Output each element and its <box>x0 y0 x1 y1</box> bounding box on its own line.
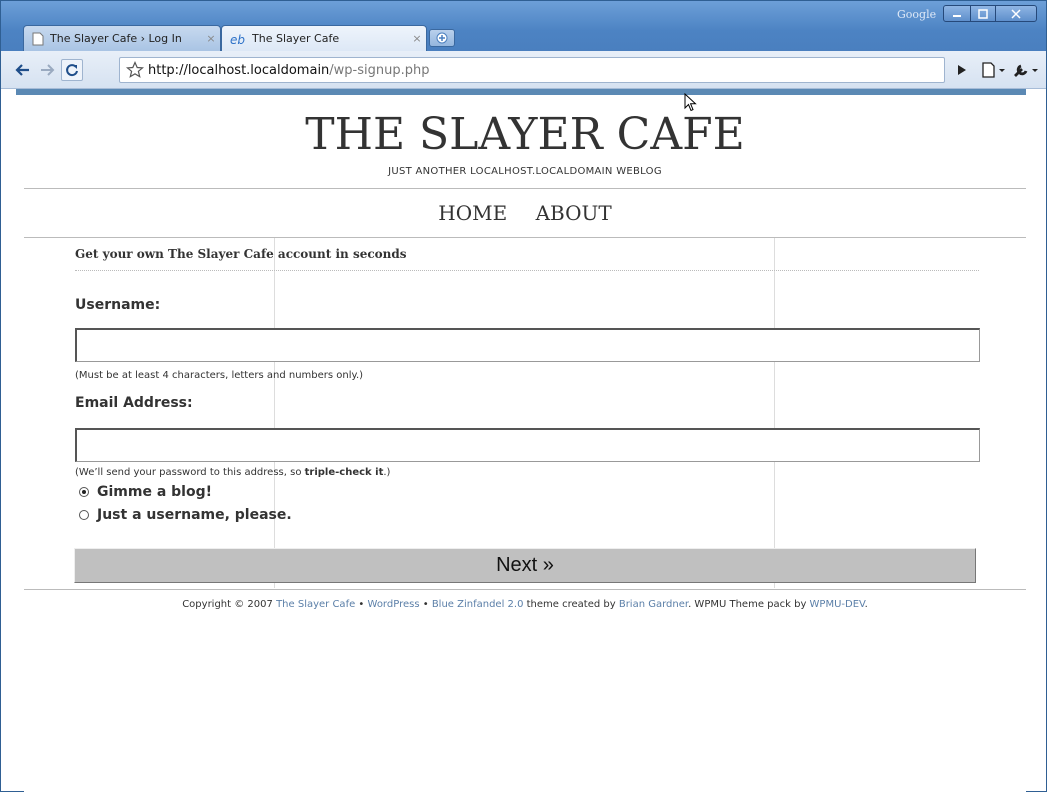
radio-label: Just a username, please. <box>97 507 292 523</box>
email-hint-text: (We’ll send your password to this addres… <box>75 467 305 478</box>
footer-pack-link[interactable]: WPMU-DEV <box>810 599 865 610</box>
close-window-button[interactable] <box>995 5 1037 22</box>
site-title[interactable]: THE SLAYER CAFE <box>24 109 1026 160</box>
maximize-icon <box>978 8 988 19</box>
signup-heading: Get your own The Slayer Cafe account in … <box>75 247 407 261</box>
close-icon[interactable]: × <box>202 32 220 45</box>
page-menu-icon <box>982 62 1005 78</box>
site-favicon-icon: eb <box>230 33 245 46</box>
tab-slayer-cafe[interactable]: eb The Slayer Cafe × <box>221 25 427 51</box>
address-bar[interactable]: http://localhost.localdomain/wp-signup.p… <box>119 57 945 83</box>
forward-button[interactable] <box>37 61 57 79</box>
url-host: http://localhost.localdomain <box>148 62 330 78</box>
page-icon <box>32 32 44 45</box>
maximize-button[interactable] <box>970 5 996 22</box>
footer-author-link[interactable]: Brian Gardner <box>619 599 688 610</box>
star-icon[interactable] <box>126 61 144 79</box>
footer-site-link[interactable]: The Slayer Cafe <box>276 599 355 610</box>
email-hint: (We’ll send your password to this addres… <box>75 467 390 478</box>
username-label: Username: <box>75 297 161 313</box>
email-label: Email Address: <box>75 395 193 411</box>
minimize-button[interactable] <box>943 5 971 22</box>
play-icon <box>958 65 966 75</box>
tools-menu-button[interactable] <box>1011 61 1041 79</box>
title-bar: The Slayer Cafe › Log In × eb The Slayer… <box>1 1 1046 51</box>
forward-arrow-icon <box>41 64 55 76</box>
radio-button-checked[interactable] <box>79 487 89 497</box>
browser-toolbar: http://localhost.localdomain/wp-signup.p… <box>1 51 1046 89</box>
wrench-icon <box>1014 64 1038 77</box>
column-guide <box>274 238 275 588</box>
nav-home-link[interactable]: HOME <box>438 201 507 225</box>
svg-text:eb: eb <box>230 33 245 46</box>
footer-text: theme created by <box>523 599 619 610</box>
play-button[interactable] <box>954 61 970 79</box>
radio-option-username[interactable]: Just a username, please. <box>79 507 292 523</box>
reload-button[interactable] <box>61 59 83 81</box>
username-hint: (Must be at least 4 characters, letters … <box>75 370 364 381</box>
page-menu-button[interactable] <box>979 61 1009 79</box>
reload-icon <box>66 64 78 77</box>
footer-text: . WPMU Theme pack by <box>688 599 810 610</box>
next-button[interactable]: Next » <box>74 548 976 583</box>
tab-title: The Slayer Cafe › Log In <box>50 32 182 45</box>
new-tab-button[interactable] <box>429 29 455 47</box>
back-arrow-icon <box>15 64 29 76</box>
main-nav: HOME ABOUT <box>24 201 1026 225</box>
divider <box>24 237 1026 238</box>
username-input[interactable] <box>75 328 980 362</box>
mouse-cursor-icon <box>684 93 697 112</box>
new-tab-icon <box>436 32 448 44</box>
radio-option-blog[interactable]: Gimme a blog! <box>79 484 212 500</box>
email-hint-end: .) <box>383 467 391 478</box>
google-label: Google <box>897 8 937 21</box>
site-tagline: JUST ANOTHER LOCALHOST.LOCALDOMAIN WEBLO… <box>388 166 662 177</box>
footer-wordpress-link[interactable]: WordPress <box>368 599 420 610</box>
radio-button[interactable] <box>79 510 89 520</box>
footer-text: Copyright © 2007 <box>182 599 277 610</box>
url-path: /wp-signup.php <box>329 62 430 78</box>
radio-label: Gimme a blog! <box>97 484 213 500</box>
email-input[interactable] <box>75 428 980 462</box>
divider <box>24 589 1026 590</box>
column-guide <box>774 238 775 588</box>
minimize-icon <box>953 14 961 17</box>
footer-theme-link[interactable]: Blue Zinfandel 2.0 <box>432 599 524 610</box>
email-hint-emphasis: triple-check it <box>304 467 384 478</box>
footer-separator: • <box>355 599 368 610</box>
divider <box>24 188 1026 189</box>
dotted-divider <box>75 270 979 271</box>
web-page: THE SLAYER CAFE JUST ANOTHER LOCALHOST.L… <box>24 95 1026 792</box>
browser-window: The Slayer Cafe › Log In × eb The Slayer… <box>0 0 1047 792</box>
nav-about-link[interactable]: ABOUT <box>536 201 612 225</box>
footer-text: . <box>864 599 868 610</box>
tab-login[interactable]: The Slayer Cafe › Log In × <box>23 25 221 51</box>
footer: Copyright © 2007 The Slayer Cafe • WordP… <box>24 599 1026 610</box>
tab-title: The Slayer Cafe <box>252 32 340 45</box>
close-icon <box>1011 8 1021 19</box>
back-button[interactable] <box>13 61 33 79</box>
close-icon[interactable]: × <box>408 32 426 45</box>
footer-separator: • <box>419 599 432 610</box>
